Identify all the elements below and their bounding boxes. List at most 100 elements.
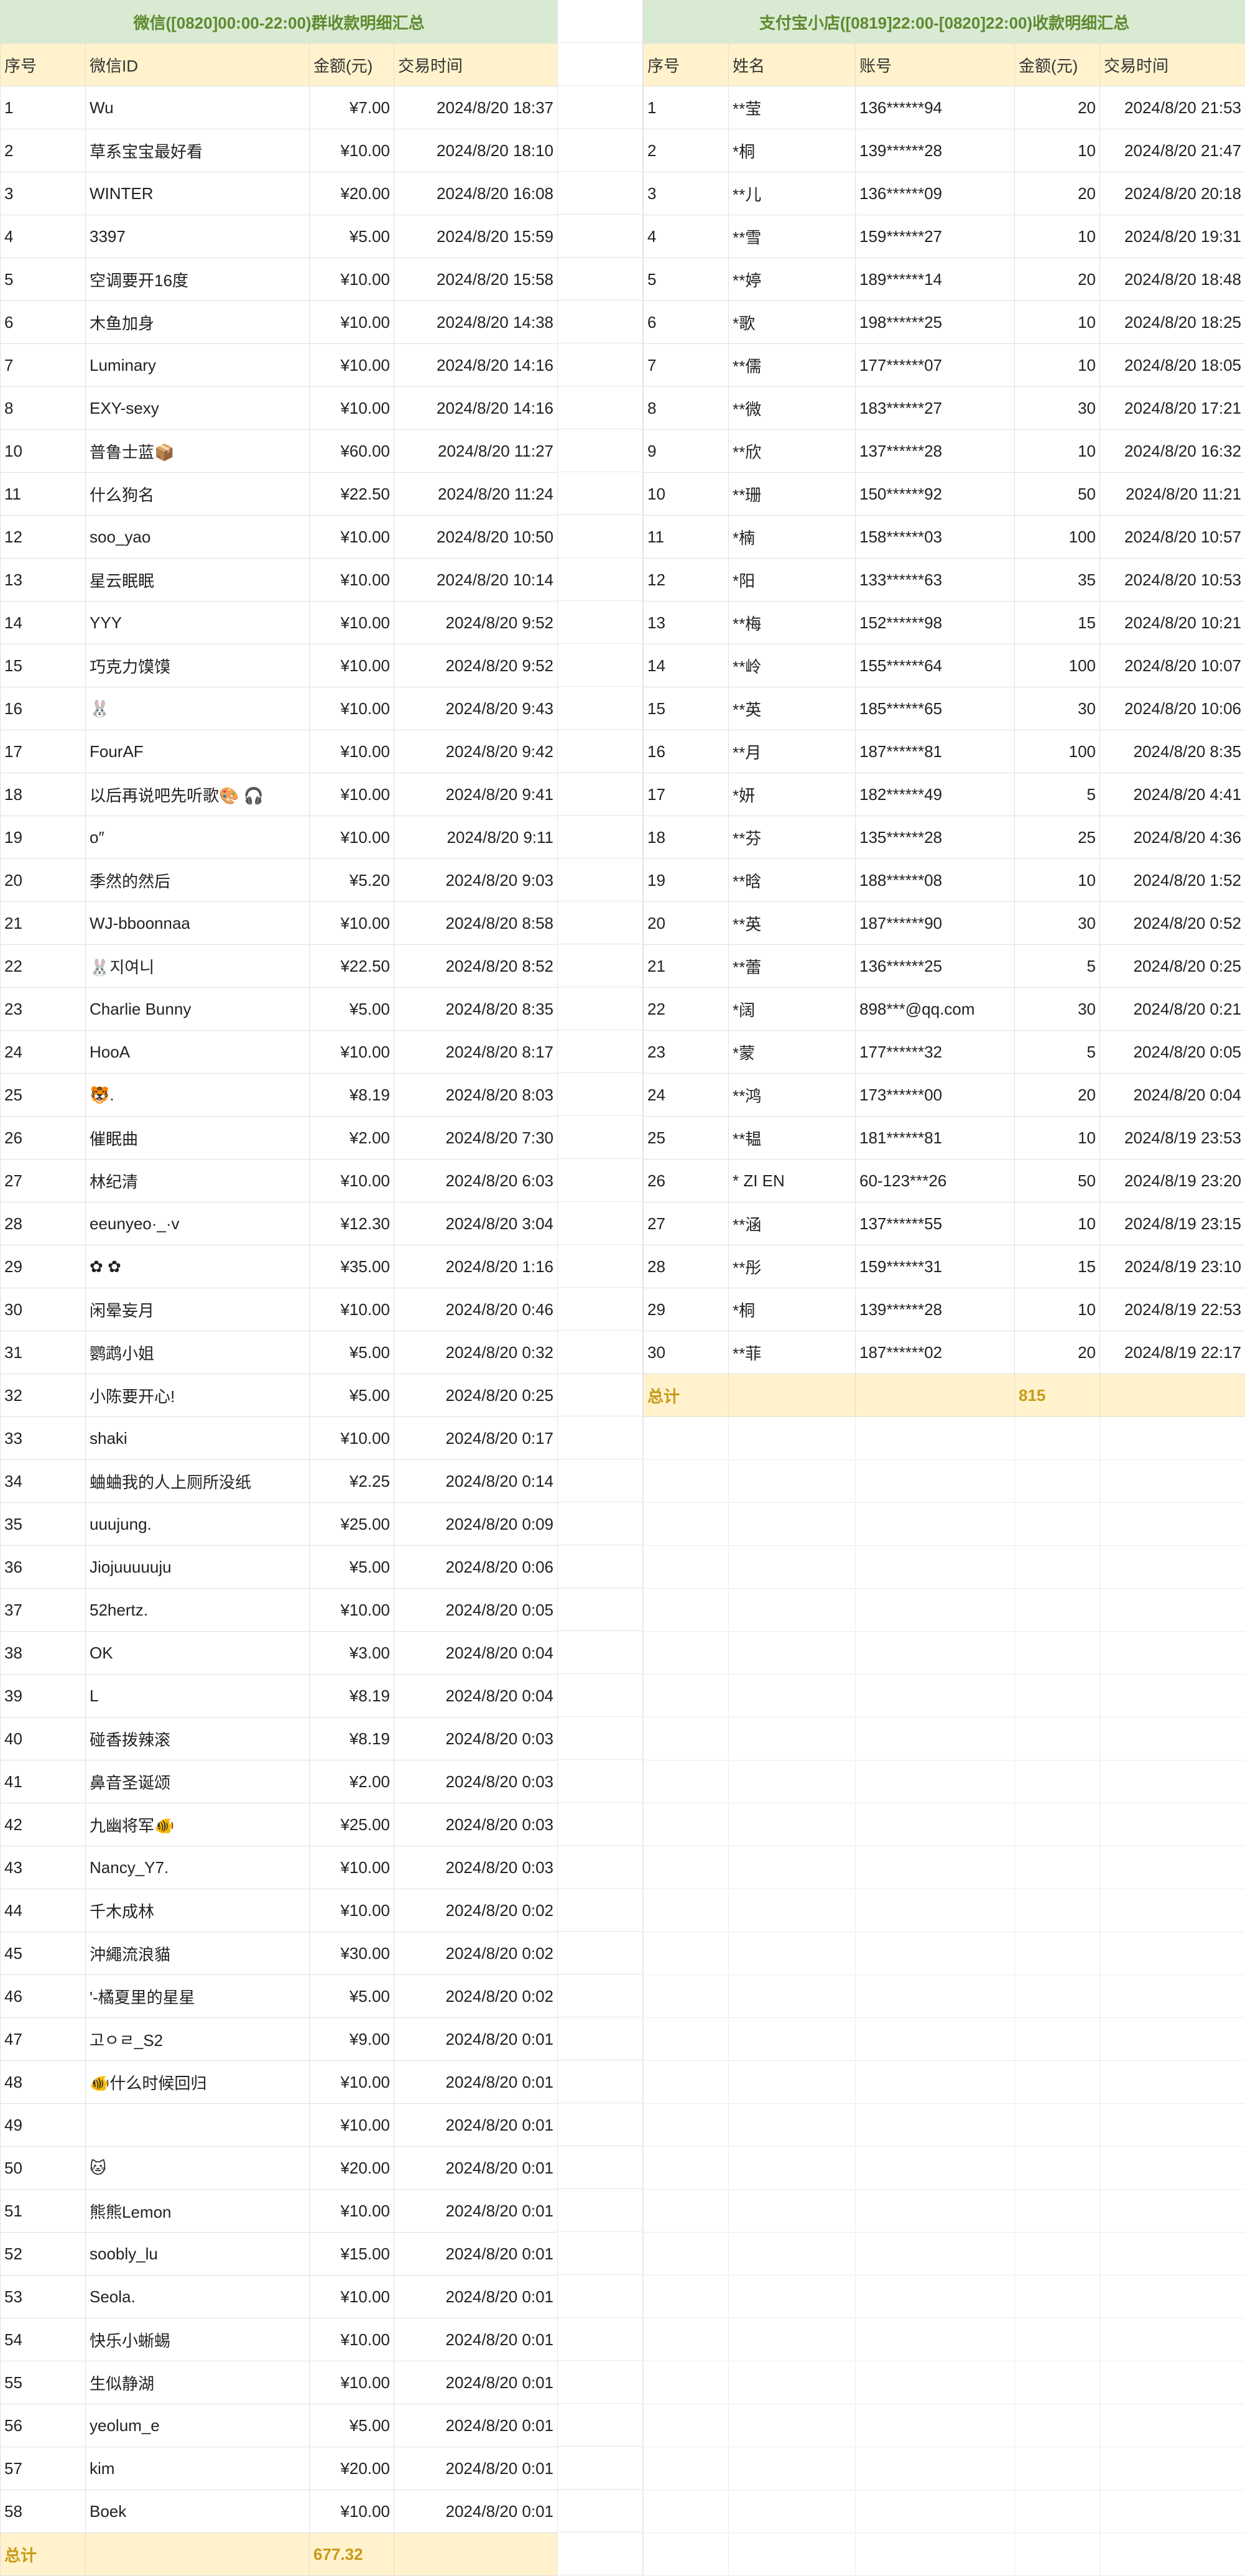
empty-cell [1014,2318,1100,2361]
empty-grid-row [643,2532,1245,2576]
wechat-row: 12 soo_yao ¥10.00 2024/8/20 10:50 [0,515,558,559]
empty-grid-row [643,2318,1245,2361]
wechat-row: 7 Luminary ¥10.00 2024/8/20 14:16 [0,343,558,387]
empty-grid-row [643,1803,1245,1846]
payer-name: **英 [728,901,856,945]
empty-cell [855,1674,1015,1718]
wechat-id: '-橘夏里的星星 [85,1974,310,2018]
transaction-time: 2024/8/20 0:01 [393,2189,558,2233]
amount: 10 [1014,1202,1100,1245]
wechat-title-row: 微信([0820]00:00-22:00)群收款明细汇总 [0,0,558,44]
alipay-row: 10 **珊 150******92 50 2024/8/20 11:21 [643,472,1245,516]
gap-cell [558,129,642,172]
wechat-header-time: 交易时间 [393,43,558,86]
row-index: 27 [643,1202,729,1245]
gap-cell [558,2060,642,2103]
wechat-row: 36 Jiojuuuuuju ¥5.00 2024/8/20 0:06 [0,1545,558,1589]
wechat-row: 43 Nancy_Y7. ¥10.00 2024/8/20 0:03 [0,1846,558,1889]
transaction-time: 2024/8/20 0:01 [393,2361,558,2404]
amount: ¥22.50 [309,472,394,516]
wechat-row: 58 Boek ¥10.00 2024/8/20 0:01 [0,2490,558,2533]
row-index: 9 [643,429,729,473]
wechat-id: 林纪清 [85,1159,310,1202]
amount: 100 [1014,515,1100,559]
wechat-id: Nancy_Y7. [85,1846,310,1889]
row-index: 24 [0,1030,86,1074]
empty-cell [1099,1889,1245,1932]
gap-cell [558,0,642,43]
wechat-id [85,2103,310,2147]
transaction-time: 2024/8/20 19:31 [1099,215,1245,258]
empty-cell [855,1803,1015,1846]
transaction-time: 2024/8/20 8:17 [393,1030,558,1074]
transaction-time: 2024/8/20 0:25 [1099,944,1245,988]
transaction-time: 2024/8/20 18:48 [1099,258,1245,301]
transaction-time: 2024/8/20 16:08 [393,172,558,215]
row-index: 5 [643,258,729,301]
empty-grid-row [643,1846,1245,1889]
transaction-time: 2024/8/20 11:21 [1099,472,1245,516]
empty-grid-row [643,2103,1245,2147]
amount: ¥20.00 [309,2447,394,2490]
payer-name: **英 [728,687,856,730]
empty-cell [1099,1674,1245,1718]
row-index: 1 [643,86,729,129]
amount: 30 [1014,987,1100,1031]
gap-cell [558,1374,642,1416]
row-index: 11 [643,515,729,559]
account: 187******02 [855,1331,1015,1374]
amount: ¥12.30 [309,1202,394,1245]
alipay-row: 9 **欣 137******28 10 2024/8/20 16:32 [643,429,1245,473]
empty-cell [1014,1803,1100,1846]
empty-cell [643,2490,729,2533]
wechat-row: 50 🐱 ¥20.00 2024/8/20 0:01 [0,2146,558,2190]
empty-cell [855,1932,1015,1975]
empty-cell [1014,2060,1100,2104]
empty-cell [728,1674,856,1718]
empty-cell [728,2318,856,2361]
alipay-header-amount: 金额(元) [1014,43,1100,86]
alipay-row: 20 **英 187******90 30 2024/8/20 0:52 [643,901,1245,945]
transaction-time: 2024/8/20 10:53 [1099,558,1245,602]
account: 137******55 [855,1202,1015,1245]
empty-cell [728,2017,856,2061]
alipay-row: 5 **婷 189******14 20 2024/8/20 18:48 [643,258,1245,301]
gap-cell [558,1116,642,1159]
gap-cell [558,1030,642,1073]
row-index: 25 [643,1116,729,1160]
empty-cell [728,2447,856,2490]
wechat-id: 碰香拨辣滚 [85,1717,310,1760]
amount: ¥10.00 [309,386,394,430]
transaction-time: 2024/8/20 20:18 [1099,172,1245,215]
empty-cell [643,2361,729,2404]
transaction-time: 2024/8/19 22:53 [1099,1288,1245,1331]
account: 155******64 [855,644,1015,687]
amount: 20 [1014,172,1100,215]
empty-cell [1014,1717,1100,1760]
alipay-row: 19 **晗 188******08 10 2024/8/20 1:52 [643,858,1245,902]
row-index: 14 [643,644,729,687]
transaction-time: 2024/8/20 0:03 [393,1803,558,1846]
payer-name: **儿 [728,172,856,215]
wechat-row: 54 快乐小蜥蜴 ¥10.00 2024/8/20 0:01 [0,2318,558,2361]
gap-cell [558,2017,642,2060]
transaction-time: 2024/8/20 18:05 [1099,343,1245,387]
empty-cell [1014,2103,1100,2147]
gap-cell [558,901,642,944]
empty-cell [643,1631,729,1675]
empty-cell [1014,2447,1100,2490]
wechat-id: 闲晕妄月 [85,1288,310,1331]
empty-cell [728,1545,856,1589]
account: 173******00 [855,1073,1015,1117]
row-index: 8 [0,386,86,430]
empty-cell [855,2447,1015,2490]
row-index: 5 [0,258,86,301]
empty-cell [1099,1631,1245,1675]
amount: ¥2.00 [309,1760,394,1803]
wechat-id: HooA [85,1030,310,1074]
empty-cell [855,2490,1015,2533]
empty-cell [1099,2447,1245,2490]
amount: ¥5.00 [309,1974,394,2018]
empty-cell [1099,1932,1245,1975]
alipay-title-row: 支付宝小店([0819]22:00-[0820]22:00)收款明细汇总 [642,0,1245,44]
